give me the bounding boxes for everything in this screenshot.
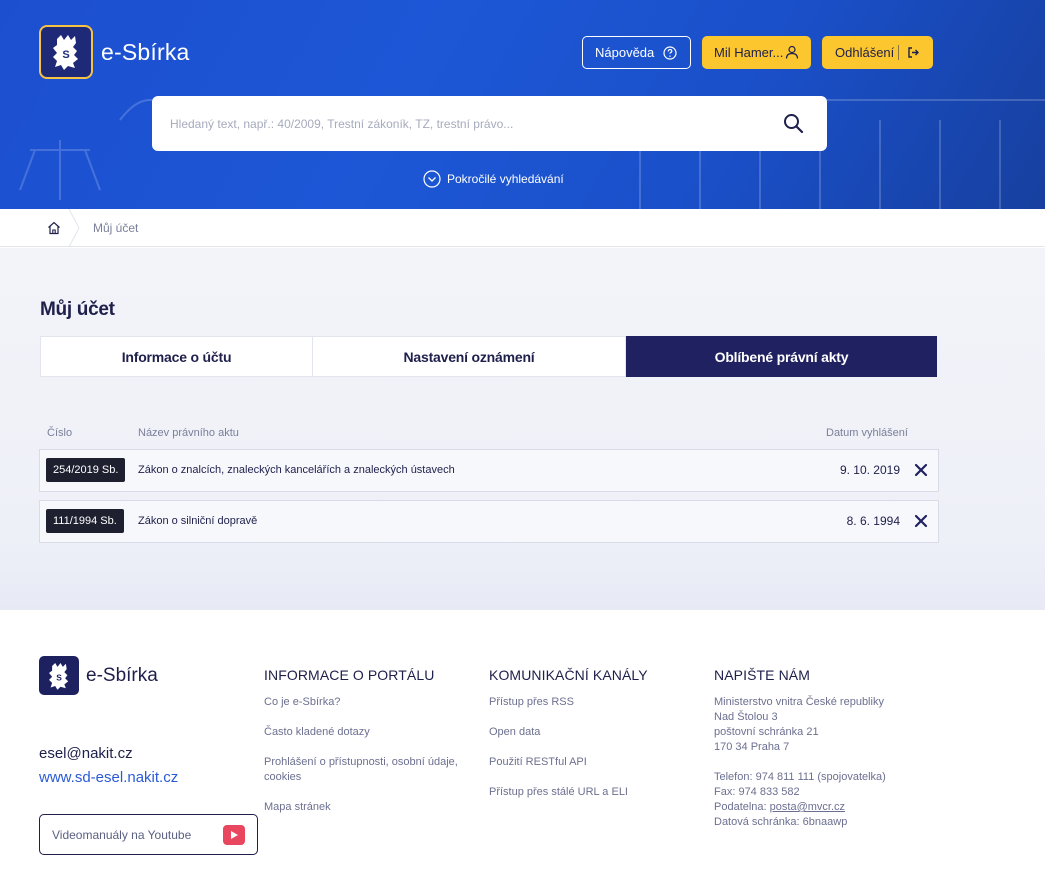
- youtube-videomanuals-button[interactable]: Videomanuály na Youtube: [39, 814, 258, 855]
- logout-separator: [898, 45, 899, 60]
- remove-favorite-close-icon[interactable]: [914, 514, 928, 528]
- act-number-badge: 254/2019 Sb.: [46, 458, 126, 482]
- breadcrumb: Můj účet: [0, 209, 1045, 247]
- address-line: 170 34 Praha 7: [714, 741, 790, 753]
- logo[interactable]: S e-Sbírka: [39, 25, 190, 79]
- act-name[interactable]: Zákon o silniční dopravě: [138, 515, 257, 527]
- tab-notification-settings[interactable]: Nastavení oznámení: [313, 336, 626, 377]
- column-header-date: Datum vyhlášení: [826, 427, 908, 439]
- help-button-label: Nápověda: [595, 45, 655, 60]
- breadcrumb-separator-icon: [68, 209, 80, 247]
- account-tabs: Informace o účtu Nastavení oznámení Oblí…: [40, 336, 937, 377]
- footer-logo-text: e-Sbírka: [86, 664, 158, 686]
- user-account-label: Mil Hamer...: [714, 45, 784, 60]
- page-title: Můj účet: [40, 299, 115, 320]
- address-gap: [714, 755, 944, 770]
- search-box: [152, 96, 827, 151]
- footer-link[interactable]: Mapa stránek: [264, 800, 474, 815]
- logo-text: e-Sbírka: [101, 38, 190, 65]
- footer-column-communication-channels: KOMUNIKAČNÍ KANÁLY Přístup přes RSS Open…: [489, 667, 699, 815]
- address-line: Nad Štolou 3: [714, 711, 778, 723]
- search-input[interactable]: [170, 96, 770, 151]
- logout-button[interactable]: Odhlášení: [822, 36, 933, 69]
- footer-column-contact: NAPIŠTE NÁM Ministerstvo vnitra České re…: [714, 667, 944, 830]
- table-row[interactable]: 111/1994 Sb. Zákon o silniční dopravě 8.…: [39, 500, 939, 543]
- column-header-number: Číslo: [47, 427, 73, 439]
- lion-emblem-icon: S: [39, 25, 93, 79]
- footer-link[interactable]: Přístup přes RSS: [489, 695, 699, 710]
- footer-link[interactable]: Prohlášení o přístupnosti, osobní údaje,…: [264, 755, 474, 785]
- footer-link[interactable]: Často kladené dotazy: [264, 725, 474, 740]
- advanced-search-toggle[interactable]: Pokročilé vyhledávání: [423, 170, 564, 188]
- footer-column-title: KOMUNIKAČNÍ KANÁLY: [489, 667, 648, 683]
- filing-email-link[interactable]: posta@mvcr.cz: [770, 801, 845, 813]
- footer-link[interactable]: Co je e-Sbírka?: [264, 695, 474, 710]
- act-name[interactable]: Zákon o znalcích, znaleckých kancelářích…: [138, 464, 455, 476]
- user-account-button[interactable]: Mil Hamer...: [702, 36, 811, 69]
- contact-databox: Datová schránka: 6bnaawp: [714, 816, 848, 828]
- column-header-name: Název právního aktu: [138, 427, 239, 439]
- act-date: 8. 6. 1994: [846, 514, 900, 528]
- search-icon[interactable]: [783, 113, 804, 134]
- contact-filing-office: Podatelna: posta@mvcr.cz: [714, 800, 944, 815]
- svg-text:S: S: [62, 49, 69, 61]
- footer-website-link[interactable]: www.sd-esel.nakit.cz: [39, 769, 178, 786]
- tab-account-info[interactable]: Informace o účtu: [40, 336, 313, 377]
- footer-link[interactable]: Přístup přes stálé URL a ELI: [489, 785, 699, 800]
- youtube-button-label: Videomanuály na Youtube: [52, 827, 192, 842]
- breadcrumb-current: Můj účet: [93, 221, 139, 235]
- header: S e-Sbírka Nápověda Mil Hamer... Odhláše…: [0, 0, 1045, 209]
- footer-logo[interactable]: S e-Sbírka: [39, 656, 158, 695]
- logout-icon: [908, 47, 919, 58]
- table-row[interactable]: 254/2019 Sb. Zákon o znalcích, znaleckýc…: [39, 449, 939, 492]
- youtube-icon: [223, 825, 245, 845]
- main-content: Můj účet Informace o účtu Nastavení ozná…: [0, 248, 1045, 610]
- act-date: 9. 10. 2019: [839, 463, 900, 477]
- contact-fax: Fax: 974 833 582: [714, 786, 800, 798]
- footer-column-title: NAPIŠTE NÁM: [714, 667, 811, 683]
- footer-link[interactable]: Použití RESTful API: [489, 755, 699, 770]
- footer-column-title: INFORMACE O PORTÁLU: [264, 667, 435, 683]
- footer: S e-Sbírka esel@nakit.cz www.sd-esel.nak…: [0, 610, 1045, 879]
- remove-favorite-close-icon[interactable]: [914, 463, 928, 477]
- act-number-badge: 111/1994 Sb.: [46, 509, 124, 533]
- address-line: poštovní schránka 21: [714, 726, 819, 738]
- filing-label: Podatelna:: [714, 801, 767, 813]
- user-icon: [785, 45, 799, 59]
- svg-text:S: S: [56, 672, 62, 682]
- logout-label: Odhlášení: [835, 45, 895, 60]
- contact-address: Ministerstvo vnitra České republiky Nad …: [714, 695, 944, 830]
- question-circle-icon: [663, 46, 677, 60]
- footer-email-link[interactable]: esel@nakit.cz: [39, 745, 133, 762]
- tab-favorite-acts[interactable]: Oblíbené právní akty: [626, 336, 937, 377]
- address-line: Ministerstvo vnitra České republiky: [714, 696, 884, 708]
- lion-emblem-icon: S: [39, 656, 79, 695]
- chevron-down-circle-icon: [423, 170, 441, 188]
- advanced-search-label: Pokročilé vyhledávání: [447, 172, 564, 186]
- home-icon[interactable]: [47, 221, 61, 235]
- contact-phone: Telefon: 974 811 111 (spojovatelka): [714, 771, 886, 783]
- footer-column-portal-info: INFORMACE O PORTÁLU Co je e-Sbírka? Čast…: [264, 667, 474, 830]
- footer-link[interactable]: Open data: [489, 725, 699, 740]
- help-button[interactable]: Nápověda: [582, 36, 691, 69]
